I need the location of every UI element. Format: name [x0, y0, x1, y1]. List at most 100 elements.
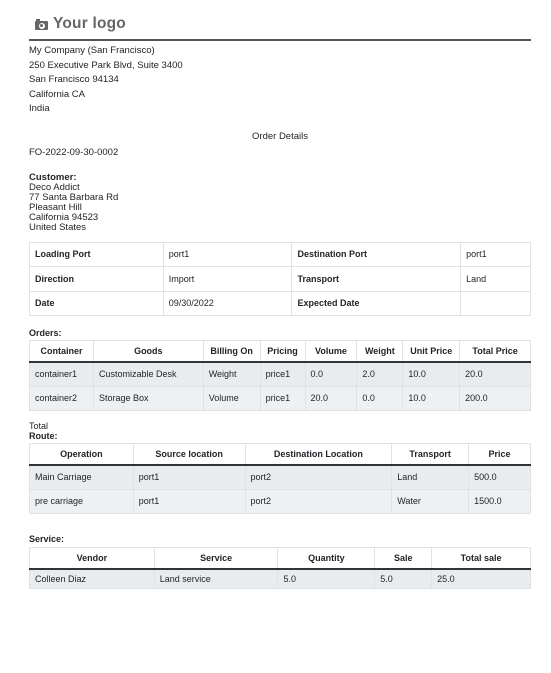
table-cell: 0.0	[356, 385, 404, 411]
table-cell: port1	[132, 488, 246, 514]
column-header: Source location	[132, 443, 246, 466]
table-cell: Main Carriage	[29, 464, 134, 490]
table-cell: 200.0	[459, 385, 531, 411]
info-key: Destination Port	[291, 241, 462, 267]
info-key: Transport	[291, 266, 462, 292]
customer-city: Pleasant Hill	[29, 201, 82, 213]
table-cell: 20.0	[304, 385, 358, 411]
info-row: Direction Import Transport Land	[29, 266, 531, 292]
route-header-row: Operation Source location Destination Lo…	[29, 443, 531, 466]
column-header: Pricing	[259, 340, 306, 363]
customer-country: United States	[29, 221, 87, 233]
info-key: Direction	[29, 266, 164, 292]
info-value	[460, 290, 531, 316]
column-header: Total sale	[431, 547, 531, 570]
table-cell: container1	[29, 361, 94, 387]
table-cell: price1	[259, 385, 306, 411]
table-cell: Land service	[153, 568, 279, 589]
info-row: Date 09/30/2022 Expected Date	[29, 290, 531, 316]
info-key: Loading Port	[29, 241, 164, 267]
company-street: 250 Executive Park Blvd, Suite 3400	[29, 59, 183, 71]
column-header: Total Price	[459, 340, 531, 363]
column-header: Volume	[304, 340, 358, 363]
customer-street: 77 Santa Barbara Rd	[29, 191, 119, 203]
table-row: pre carriage port1 port2 Water 1500.0	[29, 488, 531, 514]
orders-total-label: Total	[29, 421, 49, 431]
company-logo: Your logo	[35, 15, 126, 33]
table-cell: 10.0	[402, 361, 461, 387]
route-label: Route:	[29, 431, 58, 441]
table-cell: 25.0	[431, 568, 531, 589]
customer-state: California 94523	[29, 211, 99, 223]
orders-label: Orders:	[29, 328, 62, 338]
table-cell: price1	[259, 361, 306, 387]
table-cell: port2	[244, 464, 393, 490]
column-header: Service	[153, 547, 279, 570]
table-cell: 500.0	[468, 464, 531, 490]
info-value: Land	[460, 266, 531, 292]
info-key: Date	[29, 290, 164, 316]
table-cell: port2	[244, 488, 393, 514]
table-cell: 5.0	[277, 568, 376, 589]
info-row: Loading Port port1 Destination Port port…	[29, 241, 531, 267]
column-header: Billing On	[202, 340, 261, 363]
table-cell: Colleen Diaz	[29, 568, 155, 589]
table-cell: Land	[391, 464, 470, 490]
table-cell: 10.0	[402, 385, 461, 411]
customer-block: Customer: Deco Addict 77 Santa Barbara R…	[29, 171, 531, 233]
column-header: Quantity	[277, 547, 376, 570]
table-row: Main Carriage port1 port2 Land 500.0	[29, 464, 531, 490]
table-cell: Volume	[202, 385, 261, 411]
info-value: 09/30/2022	[162, 290, 293, 316]
company-address: My Company (San Francisco) 250 Executive…	[29, 44, 531, 117]
customer-label: Customer:	[29, 171, 77, 183]
table-cell: 0.0	[304, 361, 358, 387]
service-table: Vendor Service Quantity Sale Total sale …	[29, 547, 531, 589]
orders-table: Container Goods Billing On Pricing Volum…	[29, 340, 531, 411]
shipment-info-table: Loading Port port1 Destination Port port…	[29, 241, 531, 317]
company-country: India	[29, 103, 50, 114]
column-header: Destination Location	[244, 443, 393, 466]
company-name: My Company (San Francisco)	[29, 45, 155, 56]
column-header: Operation	[29, 443, 134, 466]
route-table: Operation Source location Destination Lo…	[29, 443, 531, 514]
table-row: Colleen Diaz Land service 5.0 5.0 25.0	[29, 568, 531, 589]
table-cell: container2	[29, 385, 94, 411]
company-state: California CA	[29, 88, 85, 100]
info-key: Expected Date	[291, 290, 462, 316]
orders-header-row: Container Goods Billing On Pricing Volum…	[29, 340, 531, 363]
table-cell: 20.0	[459, 361, 531, 387]
table-cell: Water	[391, 488, 470, 514]
table-row: container2 Storage Box Volume price1 20.…	[29, 385, 531, 411]
document-page: Your logo My Company (San Francisco) 250…	[29, 0, 531, 589]
column-header: Weight	[356, 340, 404, 363]
table-cell: 5.0	[374, 568, 433, 589]
document-title: Order Details	[252, 130, 308, 142]
info-value: port1	[460, 241, 531, 267]
service-label: Service:	[29, 534, 65, 544]
report-header: Your logo	[29, 0, 531, 41]
service-header-row: Vendor Service Quantity Sale Total sale	[29, 547, 531, 570]
table-cell: Weight	[202, 361, 261, 387]
column-header: Unit Price	[402, 340, 461, 363]
table-cell: pre carriage	[29, 488, 134, 514]
table-cell: 2.0	[356, 361, 404, 387]
table-row: container1 Customizable Desk Weight pric…	[29, 361, 531, 387]
column-header: Goods	[92, 340, 204, 363]
table-cell: 1500.0	[468, 488, 531, 514]
customer-name: Deco Addict	[29, 181, 80, 193]
column-header: Container	[29, 340, 94, 363]
info-value: Import	[162, 266, 293, 292]
info-value: port1	[162, 241, 293, 267]
table-cell: port1	[132, 464, 246, 490]
logo-text: Your logo	[53, 15, 126, 32]
column-header: Vendor	[29, 547, 155, 570]
table-cell: Storage Box	[92, 385, 204, 411]
camera-icon	[35, 18, 48, 30]
order-reference: FO-2022-09-30-0002	[29, 146, 119, 158]
column-header: Sale	[374, 547, 433, 570]
column-header: Transport	[391, 443, 470, 466]
table-cell: Customizable Desk	[92, 361, 204, 387]
company-city: San Francisco 94134	[29, 74, 119, 85]
column-header: Price	[468, 443, 531, 466]
